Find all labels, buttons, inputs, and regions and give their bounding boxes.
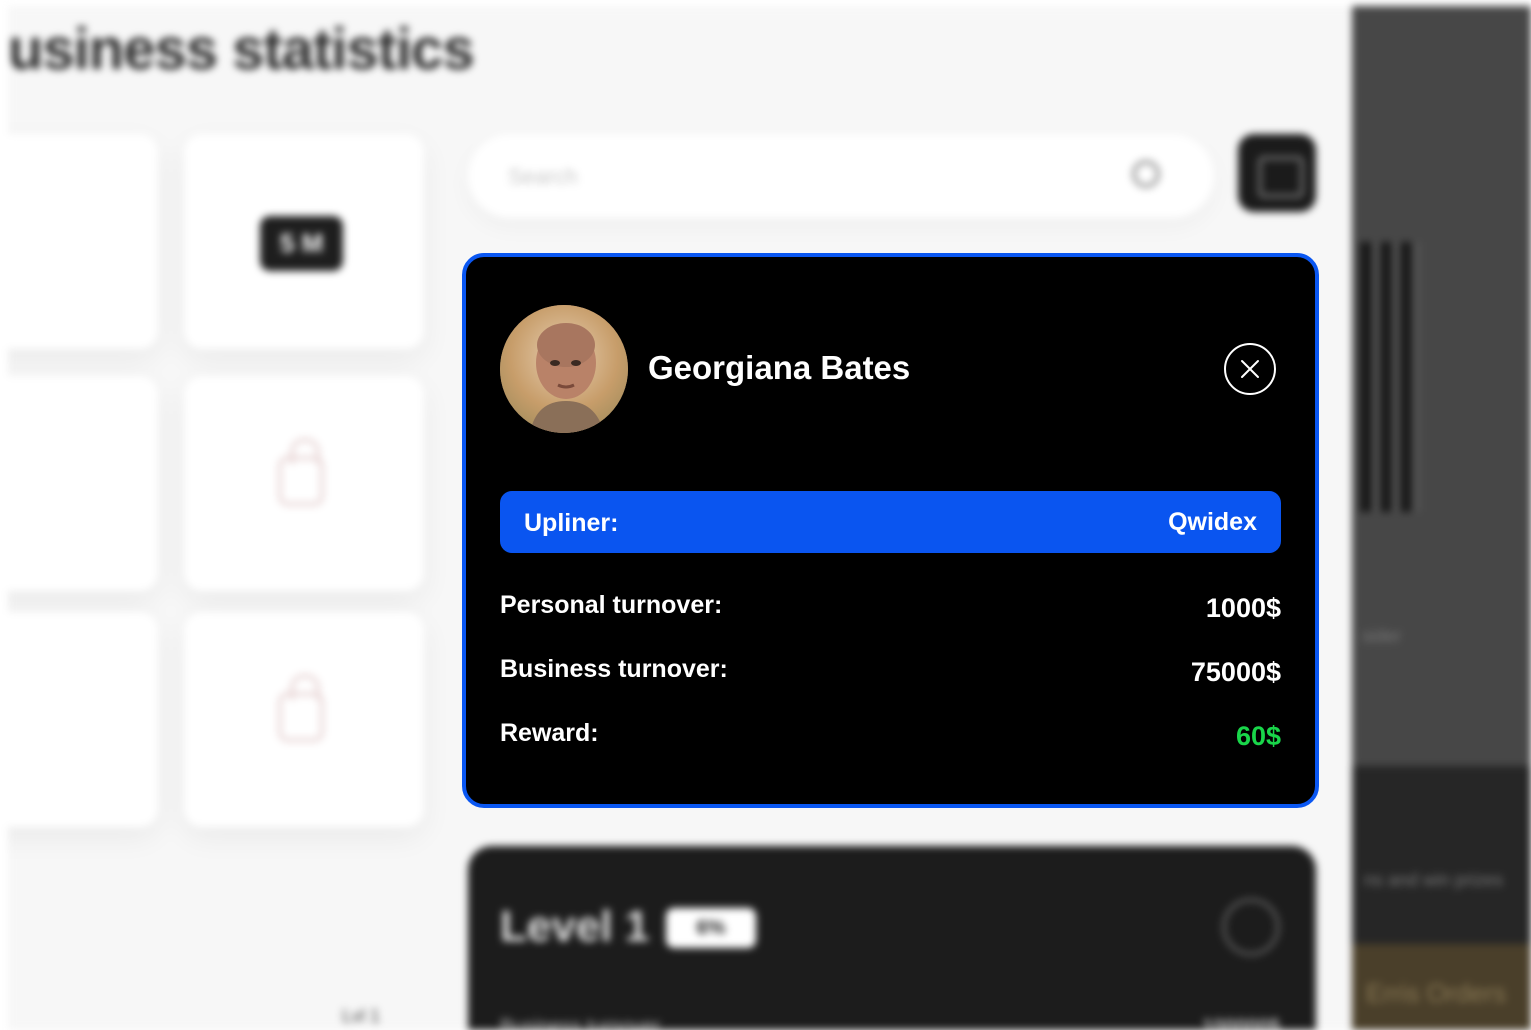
locked-card	[184, 612, 424, 827]
locked-card	[184, 376, 424, 591]
user-name: Georgiana Bates	[648, 349, 911, 386]
locked-card	[8, 376, 158, 591]
level-title: Level 1	[500, 902, 650, 951]
personal-turnover-row: Personal turnover: 1000$	[500, 591, 1281, 627]
reward-label: Reward:	[500, 719, 599, 747]
avatar-photo-icon	[500, 305, 628, 433]
right-panel-dark-block: ns and win prizes	[1352, 766, 1531, 944]
search-box[interactable]: Search	[468, 134, 1214, 218]
personal-turnover-value: 1000$	[1205, 593, 1281, 623]
right-panel: sider ns and win prizes Erris Orders	[1352, 6, 1531, 1030]
level-row-label: Business turnover	[500, 1016, 661, 1030]
stat-card-badge: 5 M	[260, 216, 344, 271]
reward-row: Reward: 60$	[500, 719, 1281, 755]
close-button[interactable]	[1224, 343, 1276, 395]
qr-code	[1360, 242, 1420, 512]
close-icon	[1241, 360, 1259, 378]
lock-icon	[278, 674, 324, 742]
stat-card[interactable]: 4 M	[8, 134, 158, 349]
calendar-button[interactable]	[1238, 134, 1316, 212]
level-card: Level 1 6% Business turnover 100000$	[468, 846, 1316, 1030]
upliner-label: Upliner:	[524, 509, 619, 537]
stat-card[interactable]: 5 M	[184, 134, 424, 349]
level-footer: Lvl 1	[342, 1006, 381, 1026]
search-input[interactable]: Search	[508, 164, 578, 190]
personal-turnover-label: Personal turnover:	[500, 591, 723, 619]
right-panel-dark-text: ns and win prizes	[1364, 870, 1504, 890]
business-turnover-label: Business turnover:	[500, 655, 728, 683]
business-turnover-value: 75000$	[1190, 657, 1281, 687]
upliner-value: Qwidex	[1168, 508, 1257, 536]
level-row-value: 100000$	[1202, 1016, 1280, 1030]
level-toggle-button[interactable]	[1222, 898, 1280, 956]
right-panel-gold-button[interactable]: Erris Orders	[1352, 944, 1531, 1030]
reward-value: 60$	[1235, 721, 1281, 751]
search-icon[interactable]	[1132, 160, 1160, 188]
upliner-bar: Upliner: Qwidex	[500, 491, 1281, 553]
locked-card	[8, 612, 158, 827]
right-panel-text: sider	[1362, 626, 1402, 646]
level-badge: 6%	[666, 908, 756, 948]
avatar	[500, 305, 628, 433]
right-panel-gold-label: Erris Orders	[1366, 978, 1507, 1008]
page-title: usiness statistics	[8, 17, 475, 82]
user-details-modal: Georgiana Bates Upliner: Qwidex Personal…	[462, 253, 1319, 808]
business-turnover-row: Business turnover: 75000$	[500, 655, 1281, 691]
lock-icon	[278, 438, 324, 506]
